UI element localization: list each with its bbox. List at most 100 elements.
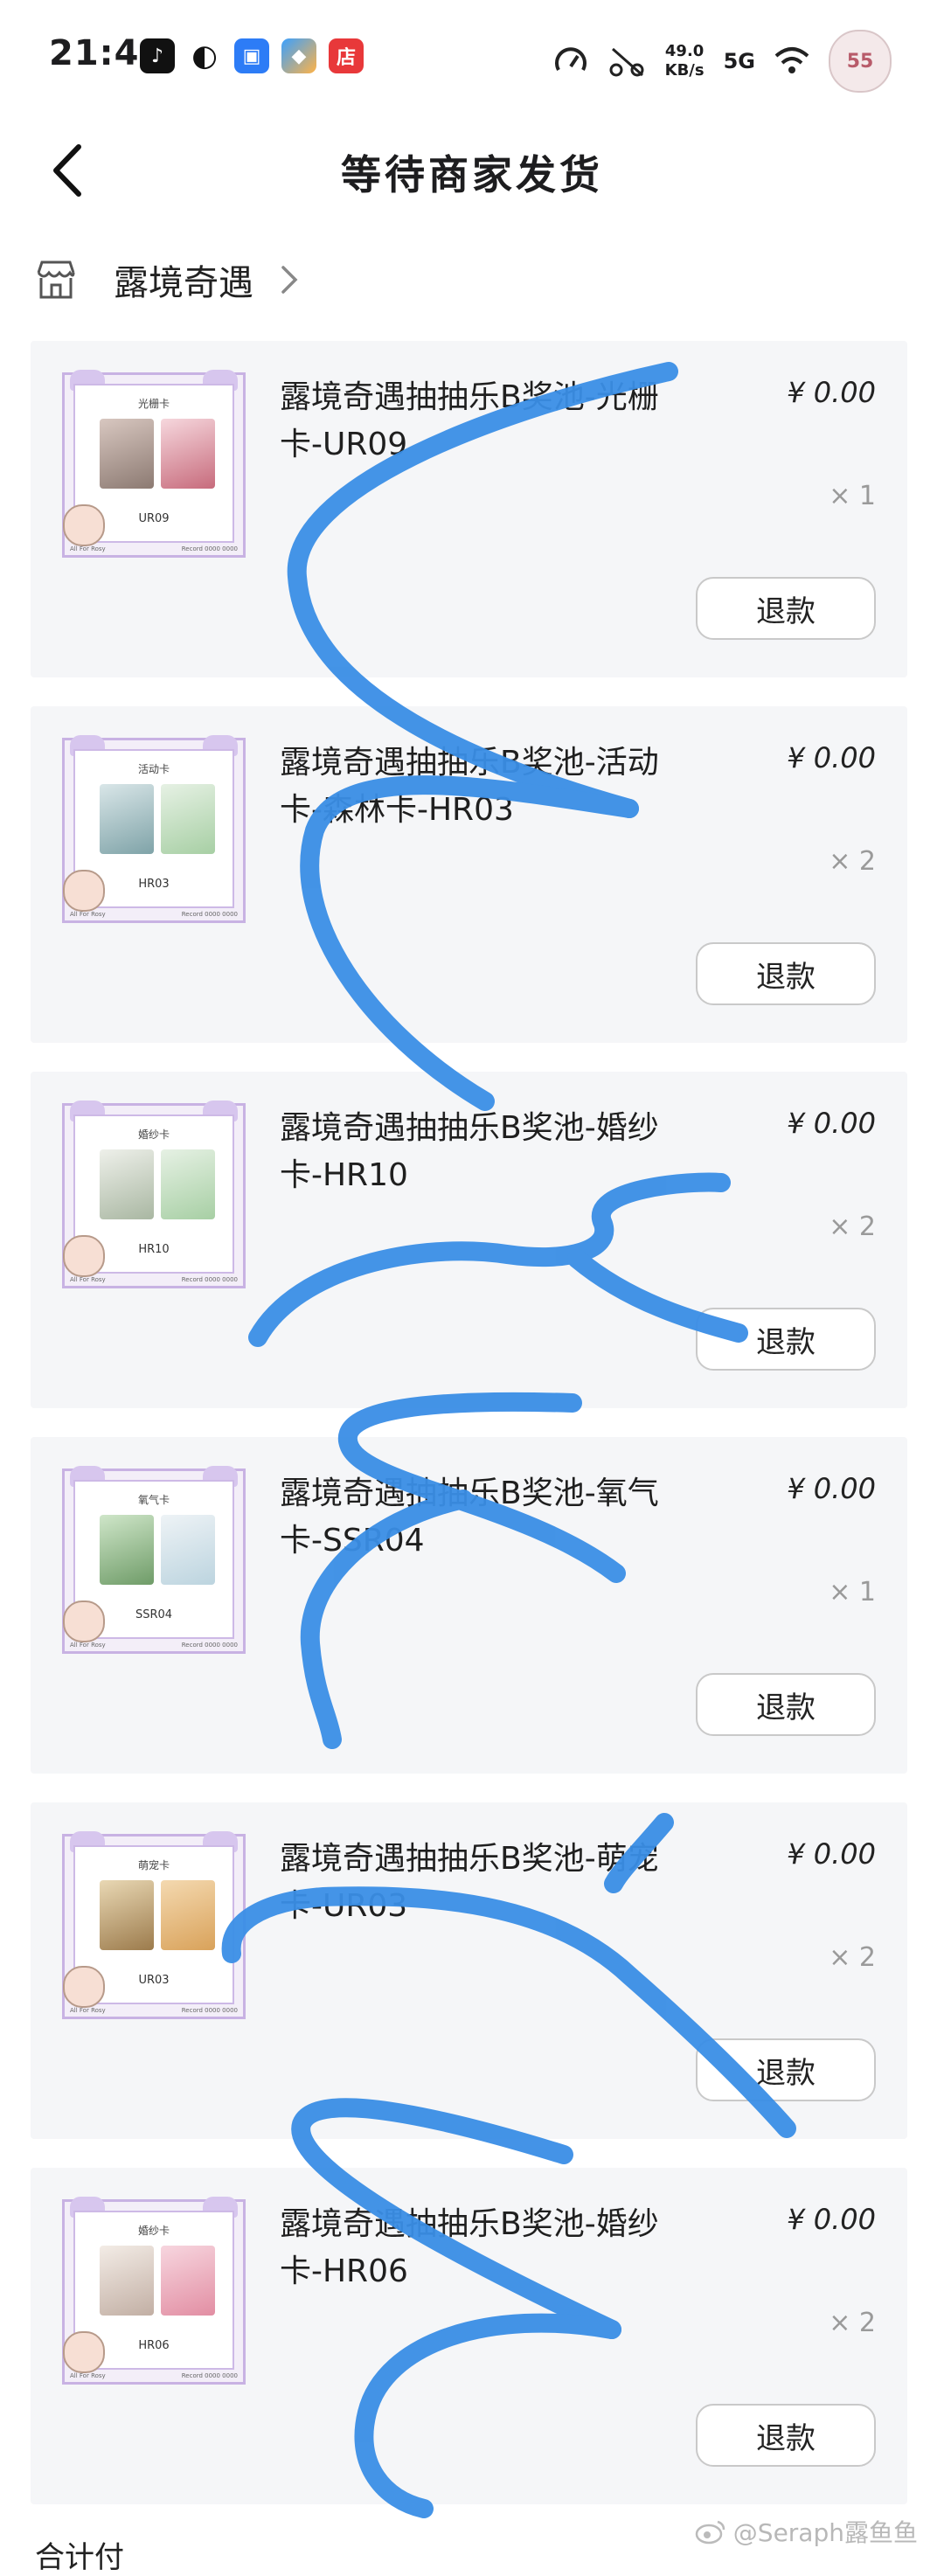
chibi-avatar-icon [63, 1235, 105, 1277]
thumbnail-footer: All For Rosy Record 0000 0000 [70, 1642, 238, 1650]
product-thumbnail[interactable]: 活动卡 HR03 All For Rosy Record 0000 0000 [62, 735, 246, 923]
music-app-icon: ♪ [140, 38, 175, 73]
status-indicators: 49.0 KB/s 5G 55 [553, 30, 892, 93]
thumbnail-photo [161, 419, 215, 489]
order-item-card[interactable]: 活动卡 HR03 All For Rosy Record 0000 0000 露境… [31, 706, 907, 1043]
thumb-footer-left: All For Rosy [70, 2372, 106, 2379]
thumb-footer-right: Record 0000 0000 [181, 1642, 238, 1649]
shop-entry[interactable]: 露境奇遇 [33, 249, 301, 310]
chibi-avatar-icon [63, 2331, 105, 2373]
product-thumbnail[interactable]: 婚纱卡 HR06 All For Rosy Record 0000 0000 [62, 2197, 246, 2385]
thumb-footer-left: All For Rosy [70, 1642, 106, 1649]
refund-button[interactable]: 退款 [696, 2404, 876, 2467]
thumb-footer-right: Record 0000 0000 [181, 1276, 238, 1283]
order-total-partial: 合计付 [35, 2540, 124, 2575]
thumbnail-photo [100, 419, 154, 489]
product-title: 露境奇遇抽抽乐B奖池-婚纱卡-HR10 [280, 1110, 659, 1193]
order-item-card[interactable]: 婚纱卡 HR10 All For Rosy Record 0000 0000 露境… [31, 1072, 907, 1408]
chevron-right-icon[interactable] [278, 262, 301, 297]
thumbnail-photo [100, 1880, 154, 1950]
wifi-icon [774, 47, 809, 73]
refund-button[interactable]: 退款 [696, 1308, 876, 1371]
product-price: ¥ 0.00 [787, 1107, 876, 1140]
product-thumbnail[interactable]: 萌宠卡 UR03 All For Rosy Record 0000 0000 [62, 1831, 246, 2019]
thumb-footer-left: All For Rosy [70, 1276, 106, 1283]
watermark: @Seraph露鱼鱼 [695, 2514, 918, 2549]
thumbnail-card-type: 婚纱卡 [137, 2225, 170, 2237]
thumbnail-card-type: 婚纱卡 [137, 1128, 170, 1141]
refund-button[interactable]: 退款 [696, 942, 876, 1005]
product-quantity: × 2 [829, 846, 876, 877]
thumbnail-card-type: 光栅卡 [137, 398, 170, 410]
thumbnail-card-type: 萌宠卡 [137, 1859, 170, 1871]
product-title: 露境奇遇抽抽乐B奖池-活动卡-森林卡-HR03 [280, 745, 659, 828]
thumbnail-photo [100, 1149, 154, 1219]
product-price: ¥ 0.00 [787, 2203, 876, 2236]
product-price: ¥ 0.00 [787, 1472, 876, 1505]
thumbnail-photo [161, 2246, 215, 2316]
no-signal-icon [609, 47, 644, 77]
thumbnail-photo [100, 2246, 154, 2316]
chibi-avatar-icon [63, 1966, 105, 2008]
product-thumbnail[interactable]: 氧气卡 SSR04 All For Rosy Record 0000 0000 [62, 1466, 246, 1654]
product-title: 露境奇遇抽抽乐B奖池-氧气卡-SSR04 [280, 1475, 659, 1559]
thumb-footer-left: All For Rosy [70, 911, 106, 918]
thumbnail-photo [161, 1149, 215, 1219]
product-price: ¥ 0.00 [787, 376, 876, 409]
order-item-card[interactable]: 萌宠卡 UR03 All For Rosy Record 0000 0000 露境… [31, 1802, 907, 2139]
refund-button[interactable]: 退款 [696, 1673, 876, 1736]
thumb-footer-right: Record 0000 0000 [181, 2372, 238, 2379]
thumb-footer-left: All For Rosy [70, 2007, 106, 2014]
refund-button[interactable]: 退款 [696, 577, 876, 640]
net-speed-unit: KB/s [664, 61, 705, 80]
product-thumbnail[interactable]: 光栅卡 UR09 All For Rosy Record 0000 0000 [62, 370, 246, 558]
product-thumbnail[interactable]: 婚纱卡 HR10 All For Rosy Record 0000 0000 [62, 1101, 246, 1288]
thumbnail-photo [100, 784, 154, 854]
shop-name[interactable]: 露境奇遇 [114, 254, 253, 305]
thumbnail-card-type: 活动卡 [137, 763, 170, 775]
product-quantity: × 2 [829, 2308, 876, 2338]
photos-app-icon: ◆ [281, 38, 316, 73]
order-item-card[interactable]: 光栅卡 UR09 All For Rosy Record 0000 0000 露境… [31, 341, 907, 677]
product-quantity: × 1 [829, 1577, 876, 1607]
thumbnail-footer: All For Rosy Record 0000 0000 [70, 545, 238, 554]
product-title: 露境奇遇抽抽乐B奖池-萌宠卡-UR03 [280, 1841, 659, 1924]
net-speed-value: 49.0 [664, 42, 705, 60]
chibi-avatar-icon [63, 1600, 105, 1642]
thumb-footer-right: Record 0000 0000 [181, 2007, 238, 2014]
order-item-card[interactable]: 氧气卡 SSR04 All For Rosy Record 0000 0000 露… [31, 1437, 907, 1774]
notification-app-icons: ♪ ◐ ▣ ◆ 店 [140, 38, 364, 73]
product-quantity: × 2 [829, 1212, 876, 1242]
status-bar: 21:48 ♪ ◐ ▣ ◆ 店 49.0 KB/s 5G 55 [0, 0, 944, 122]
net-speed: 49.0 KB/s [665, 42, 705, 80]
thumbnail-photo [161, 1880, 215, 1950]
speedometer-icon [554, 47, 587, 71]
thumbnail-footer: All For Rosy Record 0000 0000 [70, 911, 238, 920]
page-title: 等待商家发货 [341, 151, 603, 198]
watermark-text: @Seraph露鱼鱼 [732, 2518, 918, 2547]
network-type: 5G [723, 49, 755, 73]
order-item-card[interactable]: 婚纱卡 HR06 All For Rosy Record 0000 0000 露境… [31, 2168, 907, 2504]
thumbnail-photo [161, 1515, 215, 1585]
thumb-footer-left: All For Rosy [70, 545, 106, 552]
store-icon [37, 260, 75, 299]
weibo-logo-icon [695, 2520, 725, 2545]
thumbnail-footer: All For Rosy Record 0000 0000 [70, 2007, 238, 2016]
thumbnail-footer: All For Rosy Record 0000 0000 [70, 2372, 238, 2381]
flame-app-icon: ◐ [187, 38, 222, 73]
thumbnail-photo [100, 1515, 154, 1585]
chibi-avatar-icon [63, 504, 105, 546]
product-price: ¥ 0.00 [787, 741, 876, 774]
thumb-footer-right: Record 0000 0000 [181, 545, 238, 552]
thumbnail-card-type: 氧气卡 [137, 1494, 170, 1506]
thumb-footer-right: Record 0000 0000 [181, 911, 238, 918]
product-quantity: × 1 [829, 481, 876, 511]
refund-button[interactable]: 退款 [696, 2038, 876, 2101]
product-quantity: × 2 [829, 1942, 876, 1973]
product-title: 露境奇遇抽抽乐B奖池-光栅卡-UR09 [280, 379, 659, 462]
scan-app-icon: ▣ [234, 38, 269, 73]
product-title: 露境奇遇抽抽乐B奖池-婚纱卡-HR06 [280, 2206, 659, 2289]
battery-avatar-icon: 55 [829, 30, 892, 93]
thumbnail-photo [161, 784, 215, 854]
thumbnail-footer: All For Rosy Record 0000 0000 [70, 1276, 238, 1285]
